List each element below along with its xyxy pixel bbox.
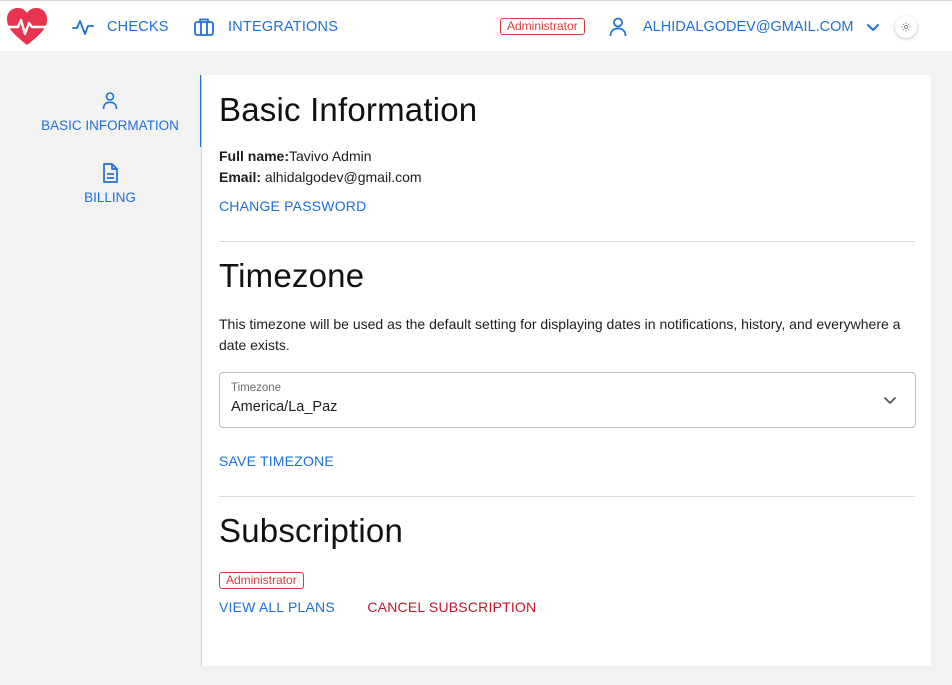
chevron-down-icon	[881, 391, 899, 409]
chevron-down-icon	[864, 18, 882, 36]
subscription-role-badge: Administrator	[219, 572, 304, 589]
timezone-field-label: Timezone	[231, 382, 282, 394]
subscription-title: Subscription	[219, 512, 403, 549]
user-icon	[99, 90, 121, 112]
timezone-selected-value: America/La_Paz	[231, 399, 338, 415]
theme-toggle-button[interactable]	[895, 16, 917, 38]
settings-panel: Basic Information Full name:Tavivo Admin…	[201, 75, 931, 666]
sidebar-item-billing[interactable]: BILLING	[18, 147, 202, 219]
activity-icon	[71, 15, 95, 39]
email-label: Email:	[219, 169, 262, 185]
settings-sidebar: BASIC INFORMATION BILLING	[18, 75, 202, 219]
timezone-title: Timezone	[219, 257, 365, 294]
save-timezone-button[interactable]: SAVE TIMEZONE	[219, 453, 334, 469]
basic-info-details: Full name:Tavivo Admin Email: alhidalgod…	[219, 146, 915, 188]
timezone-description: This timezone will be used as the defaul…	[219, 316, 901, 353]
top-navbar: CHECKS INTEGRATIONS Administrator ALHIDA…	[0, 0, 952, 51]
cancel-subscription-button[interactable]: CANCEL SUBSCRIPTION	[367, 599, 536, 615]
sun-icon	[901, 22, 911, 32]
heart-logo-icon[interactable]	[6, 7, 48, 47]
user-icon	[606, 15, 630, 39]
email-value: alhidalgodev@gmail.com	[264, 169, 422, 185]
role-badge: Administrator	[500, 18, 585, 35]
briefcase-icon	[192, 15, 216, 39]
user-menu[interactable]: ALHIDALGODEV@GMAIL.COM	[606, 1, 882, 52]
full-name-value: Tavivo Admin	[289, 148, 372, 164]
change-password-button[interactable]: CHANGE PASSWORD	[219, 198, 366, 214]
view-all-plans-button[interactable]: VIEW ALL PLANS	[219, 599, 335, 615]
nav-integrations[interactable]: INTEGRATIONS	[192, 1, 338, 52]
nav-integrations-label: INTEGRATIONS	[228, 18, 339, 35]
full-name-line: Full name:Tavivo Admin	[219, 146, 915, 167]
nav-checks-label: CHECKS	[107, 18, 169, 35]
sidebar-item-basic-information[interactable]: BASIC INFORMATION	[18, 75, 202, 147]
section-divider	[219, 496, 915, 497]
full-name-label: Full name:	[219, 148, 290, 164]
basic-information-title: Basic Information	[219, 91, 478, 128]
sidebar-item-label: BASIC INFORMATION	[41, 117, 179, 133]
document-icon	[99, 162, 121, 184]
timezone-select[interactable]: Timezone America/La_Paz	[219, 372, 916, 428]
sidebar-item-label: BILLING	[84, 189, 136, 205]
nav-checks[interactable]: CHECKS	[71, 1, 169, 52]
email-line: Email: alhidalgodev@gmail.com	[219, 167, 915, 188]
user-email: ALHIDALGODEV@GMAIL.COM	[643, 18, 854, 35]
section-divider	[219, 241, 915, 242]
